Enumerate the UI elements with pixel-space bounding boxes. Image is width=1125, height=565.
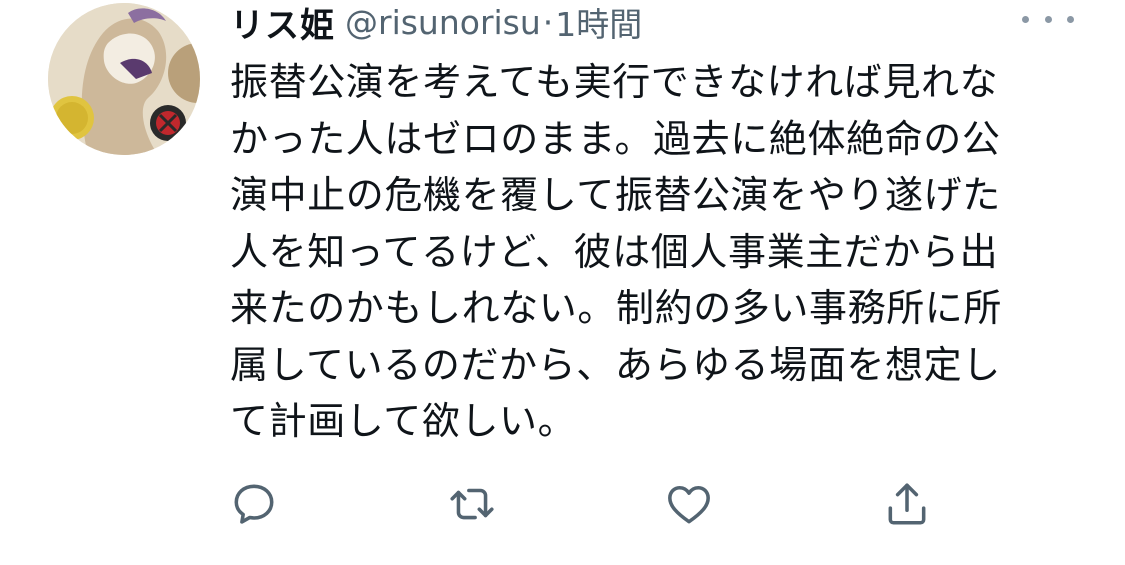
share-button[interactable] [877, 474, 937, 534]
heart-icon [668, 485, 710, 524]
separator-dot: · [542, 2, 554, 42]
avatar-image [48, 3, 200, 155]
tweet-text-line: て計画して欲しい。 [230, 399, 577, 443]
tweet-text-line: 振替公演を考えても実行できなければ見れな [230, 60, 999, 104]
like-button[interactable] [659, 474, 719, 534]
timestamp[interactable]: 1時間 [555, 0, 642, 46]
more-dots-icon [1067, 15, 1074, 23]
tweet-text-line: 来たのかもしれない。制約の多い事務所に所 [230, 286, 1003, 330]
tweet-text-line: かった人はゼロのまま。過去に絶体絶命の公 [230, 116, 1001, 161]
tweet-text: 振替公演を考えても実行できなければ見れな かった人はゼロのまま。過去に絶体絶命の… [230, 54, 1080, 450]
more-dots-icon [1022, 15, 1029, 23]
retweet-button[interactable] [442, 474, 502, 534]
reply-icon [234, 484, 274, 524]
tweet-text-line: 人を知ってるけど、彼は個人事業主だから出 [230, 229, 999, 274]
user-handle[interactable]: @risunorisu [345, 3, 541, 42]
display-name[interactable]: リス姫 [230, 0, 335, 47]
tweet-header: リス姫 @risunorisu · 1時間 [230, 0, 642, 47]
tweet-text-line: 演中止の危機を覆して振替公演をやり遂げた [230, 173, 1001, 217]
reply-button[interactable] [224, 474, 284, 534]
more-options-button[interactable] [1022, 6, 1074, 32]
tweet-actions [0, 474, 1125, 534]
avatar[interactable] [48, 3, 200, 155]
more-dots-icon [1044, 15, 1052, 23]
tweet-text-line: 属しているのだから、あらゆる場面を想定し [230, 342, 1001, 387]
retweet-icon [450, 488, 494, 520]
share-icon [888, 483, 926, 525]
